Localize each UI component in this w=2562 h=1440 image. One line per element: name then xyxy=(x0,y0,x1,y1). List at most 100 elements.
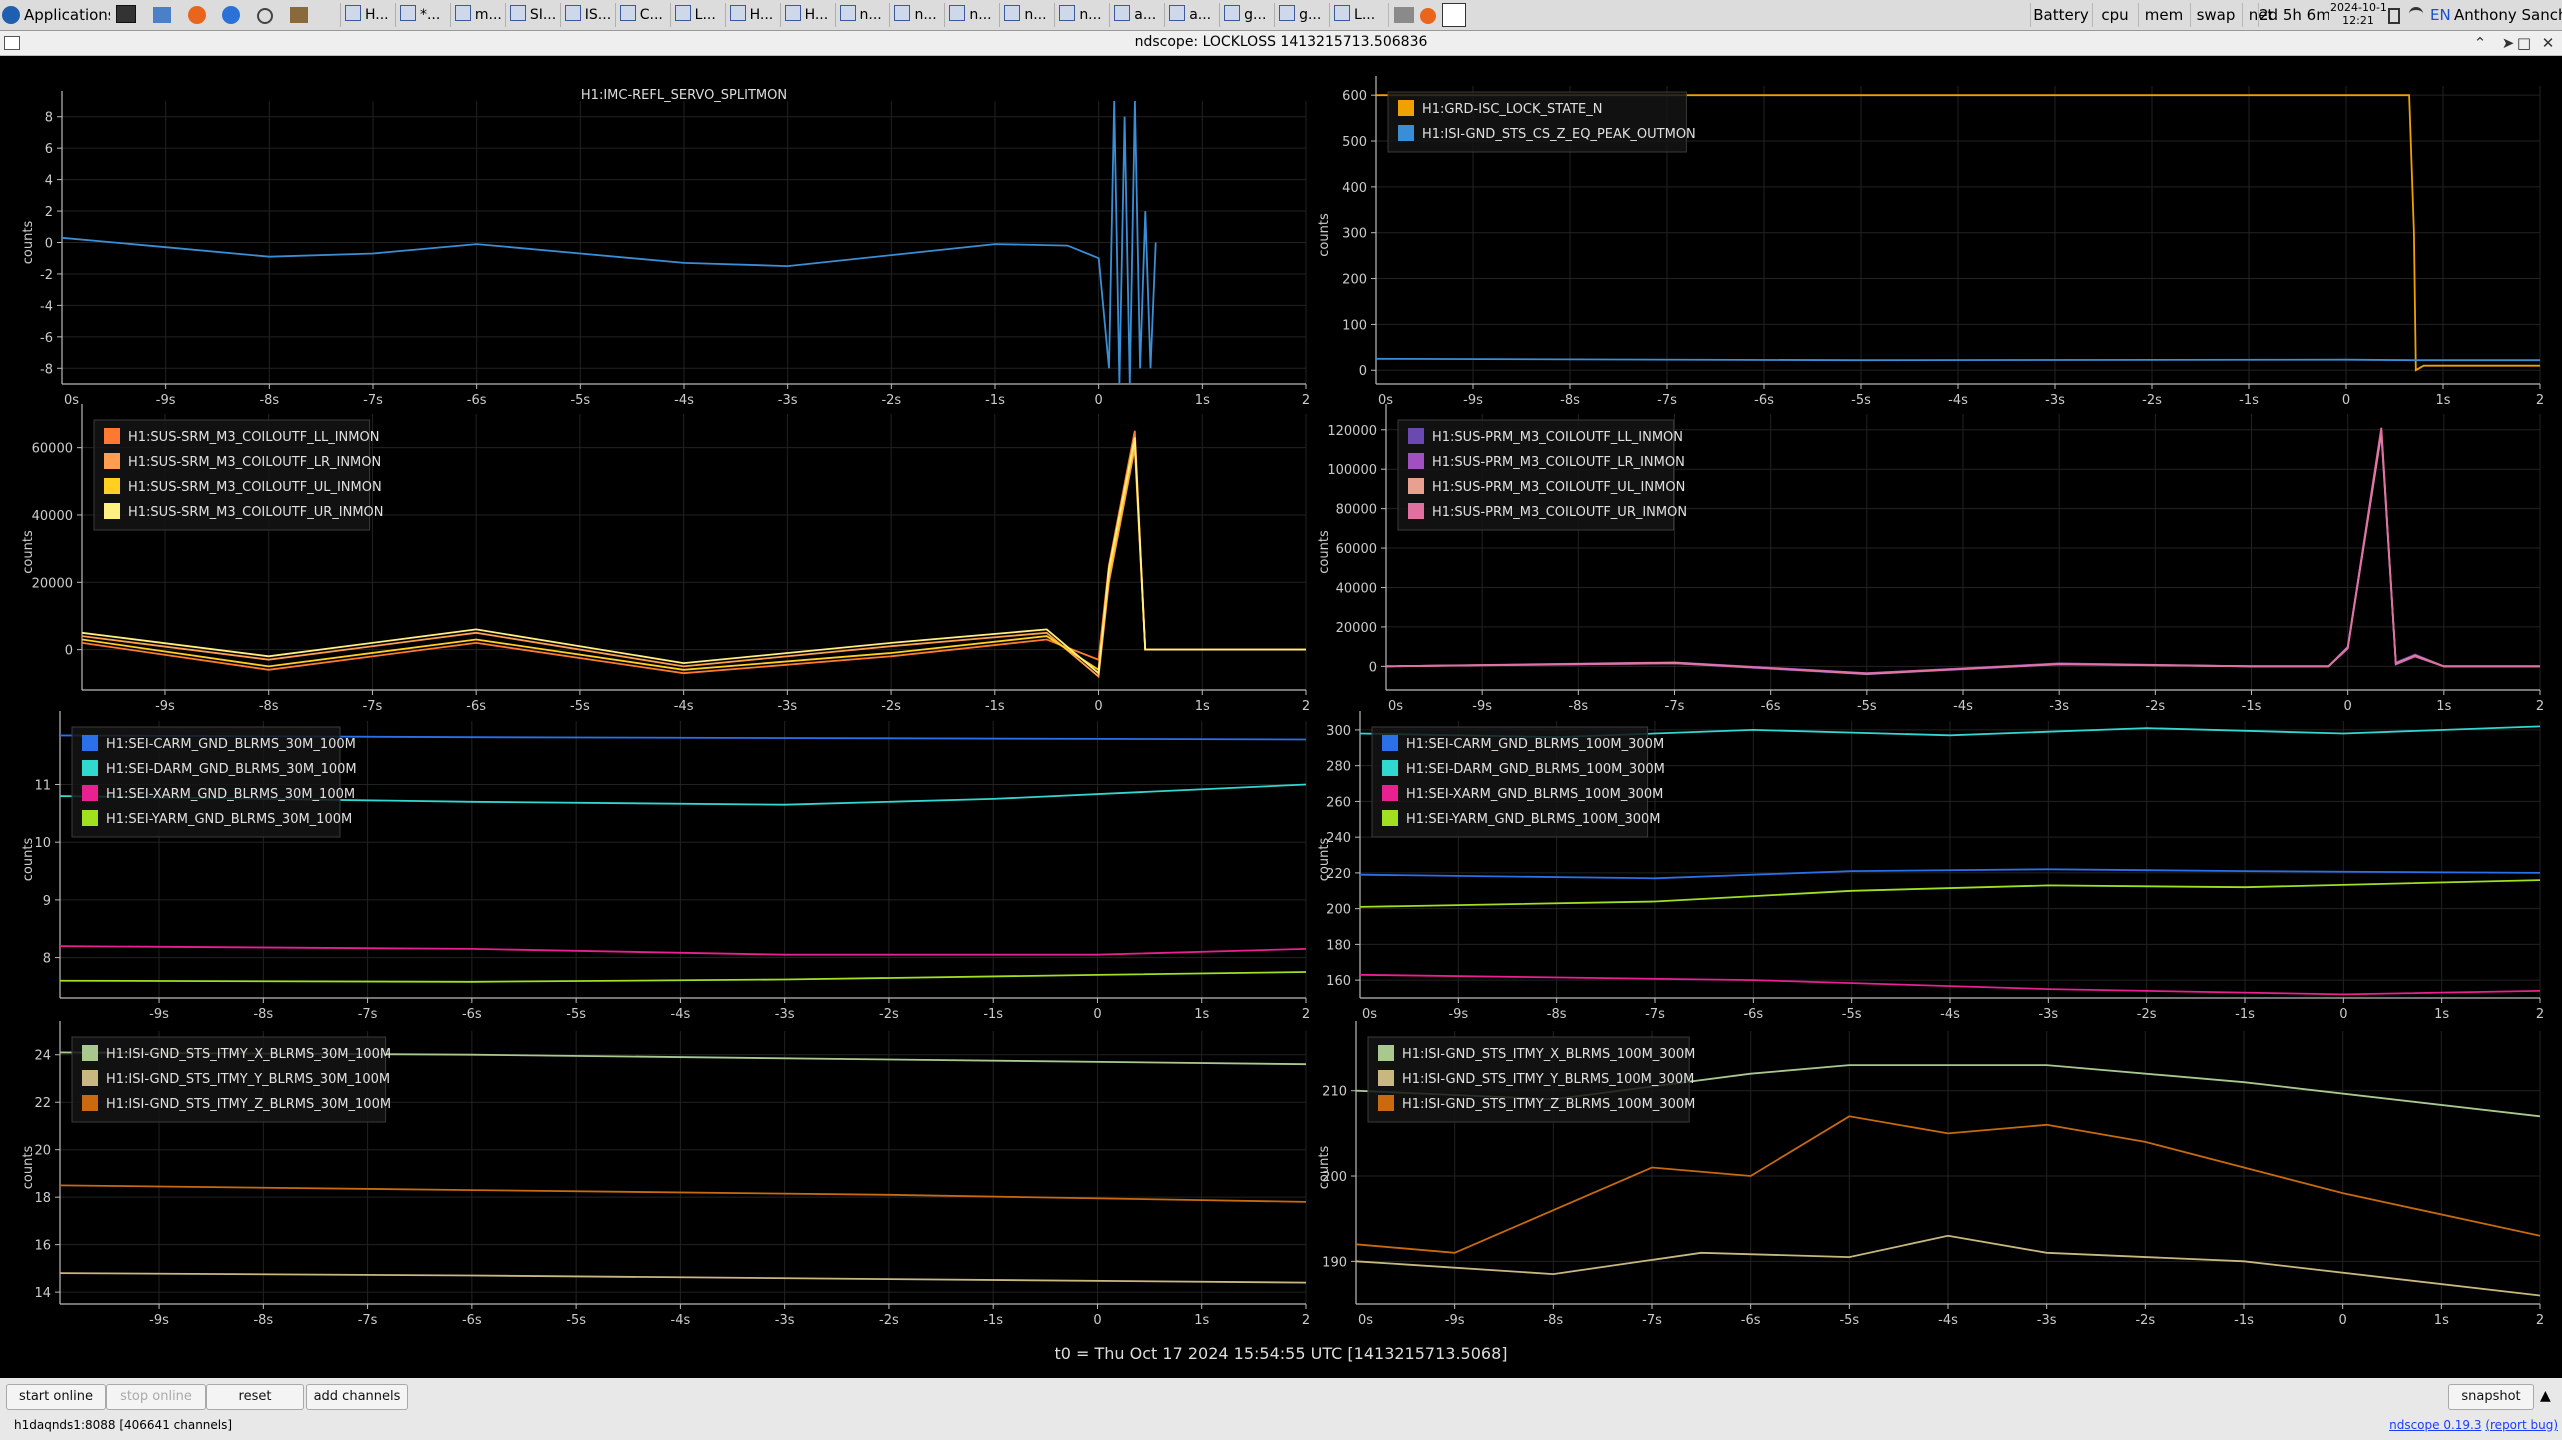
x-tick-label: -6s xyxy=(1741,1313,1761,1328)
taskbar-task[interactable]: n... xyxy=(834,3,891,27)
reset-button[interactable]: reset xyxy=(206,1384,304,1410)
taskbar-task[interactable]: SI... xyxy=(504,3,561,27)
window-icon xyxy=(1114,5,1131,21)
share-icon[interactable] xyxy=(257,8,274,24)
start-online-button[interactable]: start online xyxy=(6,1384,106,1410)
plot-panel[interactable]: -9s -8s -7s -6s -5s -4s -3s -2s -1s 0 1s 2 0s 300 280 2… xyxy=(1317,711,2544,1022)
indicator-swap[interactable]: swap xyxy=(2190,3,2241,27)
legend-swatch[interactable] xyxy=(82,1045,98,1061)
applications-menu[interactable]: Applications xyxy=(2,3,110,27)
legend-swatch[interactable] xyxy=(104,478,120,494)
legend-swatch[interactable] xyxy=(82,735,98,751)
x-tick-label: -9s xyxy=(156,393,176,408)
files-icon[interactable] xyxy=(152,7,171,23)
taskbar-task[interactable]: n... xyxy=(889,3,945,27)
keyboard-layout[interactable]: EN xyxy=(2430,3,2452,27)
snapshot-button[interactable]: snapshot xyxy=(2448,1384,2534,1410)
taskbar-task[interactable]: IS... xyxy=(559,3,616,27)
legend-swatch[interactable] xyxy=(104,453,120,469)
legend-swatch[interactable] xyxy=(1408,453,1424,469)
legend-swatch[interactable] xyxy=(1382,735,1398,751)
indicator-mem[interactable]: mem xyxy=(2138,3,2189,27)
legend-swatch[interactable] xyxy=(1408,503,1424,519)
plot-panel[interactable]: -9s -8s -7s -6s -5s -4s -3s -2s -1s 0 1s 2 11 10 9 8 cou… xyxy=(21,711,1310,1022)
taskbar-task[interactable]: H... xyxy=(779,3,836,27)
legend-label: H1:SUS-PRM_M3_COILOUTF_LR_INMON xyxy=(1432,455,1685,470)
taskbar-task[interactable]: *... xyxy=(394,3,451,27)
taskbar-task[interactable]: n... xyxy=(999,3,1055,27)
legend-swatch[interactable] xyxy=(1398,100,1414,116)
legend-swatch[interactable] xyxy=(1382,760,1398,776)
x-tick-label: -1s xyxy=(2239,393,2259,408)
taskbar-task[interactable]: L... xyxy=(669,3,726,27)
minimize-icon[interactable]: ⌃ xyxy=(2470,33,2490,53)
y-tick-label: 300 xyxy=(1342,227,1367,242)
x-tick-label: 2 xyxy=(1302,393,1310,408)
x-tick-label: -9s xyxy=(149,1313,169,1328)
taskbar: Applications H... *... m... SI... IS... C... L… xyxy=(0,0,2562,31)
taskbar-task-label: H... xyxy=(749,7,774,23)
legend-swatch[interactable] xyxy=(82,760,98,776)
legend-swatch[interactable] xyxy=(1382,785,1398,801)
x-tick-label: 1s xyxy=(1194,1313,1209,1328)
collapse-chevron-icon[interactable]: ▲ xyxy=(2540,1388,2551,1404)
legend-swatch[interactable] xyxy=(1408,428,1424,444)
x-tick-label: -9s xyxy=(1448,1007,1468,1022)
plot-panel[interactable]: -9s -8s -7s -6s -5s -4s -3s -2s -1s 0 1s 20s6005004… xyxy=(1317,76,2544,408)
taskbar-task[interactable]: m... xyxy=(449,3,506,27)
legend-swatch[interactable] xyxy=(82,1070,98,1086)
taskbar-task[interactable]: g... xyxy=(1219,3,1275,27)
legend-swatch[interactable] xyxy=(1378,1095,1394,1111)
clipboard-icon[interactable] xyxy=(2388,8,2400,24)
plot-panel[interactable]: -9s -8s -7s -6s -5s -4s -3s -2s -1s 0 1s 2 0s 8 6 4 2 0 -2… xyxy=(21,88,1310,408)
firefox-icon[interactable] xyxy=(187,6,206,24)
taskbar-task[interactable]: H... xyxy=(724,3,781,27)
workspace-switcher[interactable] xyxy=(1420,3,1480,27)
user-menu[interactable]: Anthony Sanchez xyxy=(2454,3,2562,27)
plot-panel[interactable]: -9s -8s -7s -6s -5s -4s -3s -2s -1s 0 1s 2 24 22 20 18 1… xyxy=(21,1021,1310,1328)
chrome-icon[interactable] xyxy=(222,6,241,24)
indicator-cpu[interactable]: cpu xyxy=(2092,3,2137,27)
x-tick-label: 0 xyxy=(2339,1007,2347,1022)
legend-swatch[interactable] xyxy=(1398,125,1414,141)
add-channels-button[interactable]: add channels xyxy=(306,1384,408,1410)
legend-swatch[interactable] xyxy=(82,1095,98,1111)
clock[interactable]: 2024-10-17 12:21 xyxy=(2330,1,2386,29)
legend-swatch[interactable] xyxy=(1382,810,1398,826)
close-icon[interactable]: ✕ xyxy=(2538,33,2558,53)
report-bug-link[interactable]: (report bug) xyxy=(2485,1418,2558,1432)
taskbar-task[interactable]: C... xyxy=(614,3,671,27)
taskbar-task[interactable]: H... xyxy=(340,3,396,27)
taskbar-task[interactable]: a... xyxy=(1164,3,1220,27)
version-link[interactable]: ndscope 0.19.3 xyxy=(2389,1418,2481,1432)
legend-swatch[interactable] xyxy=(82,785,98,801)
terminal-icon[interactable] xyxy=(116,5,136,23)
version-info: ndscope 0.19.3 (report bug) xyxy=(2389,1418,2558,1432)
x-edge-label: 0s xyxy=(1362,1007,1377,1022)
x-tick-label: -6s xyxy=(1761,699,1781,714)
x-edge-label: 0s xyxy=(64,393,79,408)
taskbar-task[interactable]: g... xyxy=(1274,3,1330,27)
legend-swatch[interactable] xyxy=(82,810,98,826)
x-tick-label: 2 xyxy=(1302,1313,1310,1328)
x-tick-label: -2s xyxy=(879,1007,899,1022)
legend-swatch[interactable] xyxy=(1408,478,1424,494)
stop-online-button[interactable]: stop online xyxy=(106,1384,206,1410)
taskbar-task[interactable]: L... xyxy=(1329,3,1385,27)
plot-panel[interactable]: -9s -8s -7s -6s -5s -4s -3s -2s -1s 0 1s 20s2102001… xyxy=(1317,1021,2544,1328)
taskbar-task[interactable]: n... xyxy=(1054,3,1110,27)
network-icon[interactable] xyxy=(2408,7,2423,20)
plot-panel[interactable]: -9s -8s -7s -6s -5s -4s -3s -2s -1s 0 1s 2 60000 4000… xyxy=(21,404,1310,714)
legend-swatch[interactable] xyxy=(1378,1070,1394,1086)
window-icon xyxy=(894,5,911,21)
legend-swatch[interactable] xyxy=(104,428,120,444)
apps-icon[interactable] xyxy=(289,7,308,23)
taskbar-task[interactable]: n... xyxy=(944,3,1000,27)
legend-swatch[interactable] xyxy=(104,503,120,519)
taskbar-task[interactable]: a... xyxy=(1109,3,1165,27)
plot-panel[interactable]: -9s -8s -7s -6s -5s -4s -3s -2s -1s 0 1s 2 0s 120000 1… xyxy=(1317,404,2544,714)
maximize-icon[interactable]: □ xyxy=(2514,33,2534,53)
legend-swatch[interactable] xyxy=(1378,1045,1394,1061)
active-window-task[interactable] xyxy=(1388,3,1419,27)
indicator-Battery[interactable]: Battery xyxy=(2030,3,2091,27)
